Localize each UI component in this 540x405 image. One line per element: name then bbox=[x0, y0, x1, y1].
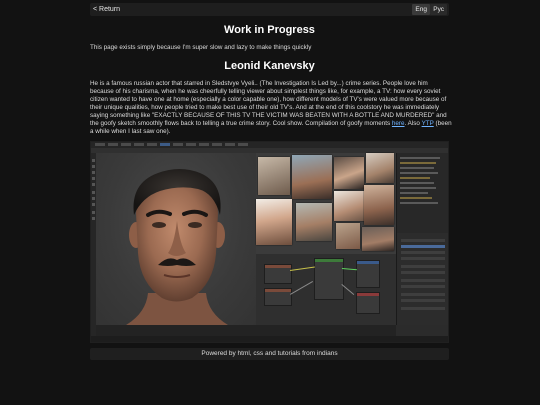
shader-node bbox=[356, 260, 380, 288]
here-link[interactable]: here bbox=[392, 120, 405, 127]
node-link bbox=[290, 266, 315, 271]
page: < Return Eng Рус Work in Progress This p… bbox=[0, 0, 540, 405]
reference-photo bbox=[258, 157, 290, 195]
shader-node bbox=[314, 258, 344, 300]
outliner-panel bbox=[396, 153, 448, 233]
shader-node bbox=[356, 292, 380, 314]
reference-photo bbox=[292, 155, 332, 199]
status-bar bbox=[91, 336, 448, 342]
lang-rus-button[interactable]: Рус bbox=[430, 4, 447, 15]
description-paragraph: He is a famous russian actor that starre… bbox=[90, 80, 452, 136]
node-link bbox=[290, 281, 314, 295]
description-middle: . Also bbox=[404, 120, 422, 127]
reference-photo bbox=[334, 191, 364, 221]
return-link[interactable]: < Return bbox=[93, 4, 120, 15]
page-title: Work in Progress bbox=[224, 24, 315, 36]
shader-node bbox=[264, 288, 292, 306]
3d-viewport bbox=[96, 153, 256, 325]
head-model-render bbox=[126, 169, 228, 325]
timeline-bar bbox=[96, 325, 396, 336]
page-footer: Powered by html, css and tutorials from … bbox=[90, 348, 449, 360]
shader-node bbox=[264, 264, 292, 284]
lang-eng-button[interactable]: Eng bbox=[412, 4, 430, 15]
reference-photos-collage bbox=[256, 153, 396, 254]
reference-photo bbox=[336, 223, 360, 249]
wip-notice: This page exists simply because I'm supe… bbox=[90, 44, 312, 51]
shader-node-editor bbox=[256, 254, 396, 325]
properties-panel bbox=[396, 233, 448, 325]
top-nav-bar: < Return Eng Рус bbox=[90, 3, 449, 16]
reference-photo bbox=[362, 227, 394, 251]
reference-photo bbox=[366, 153, 394, 183]
section-title: Leonid Kanevsky bbox=[224, 60, 315, 72]
node-link bbox=[341, 268, 357, 271]
reference-photo bbox=[364, 185, 394, 225]
reference-photo bbox=[296, 203, 332, 241]
ytp-link[interactable]: YTP bbox=[422, 120, 434, 127]
reference-photo bbox=[256, 199, 292, 245]
reference-photo bbox=[334, 157, 364, 189]
blender-screenshot-image bbox=[90, 141, 449, 343]
